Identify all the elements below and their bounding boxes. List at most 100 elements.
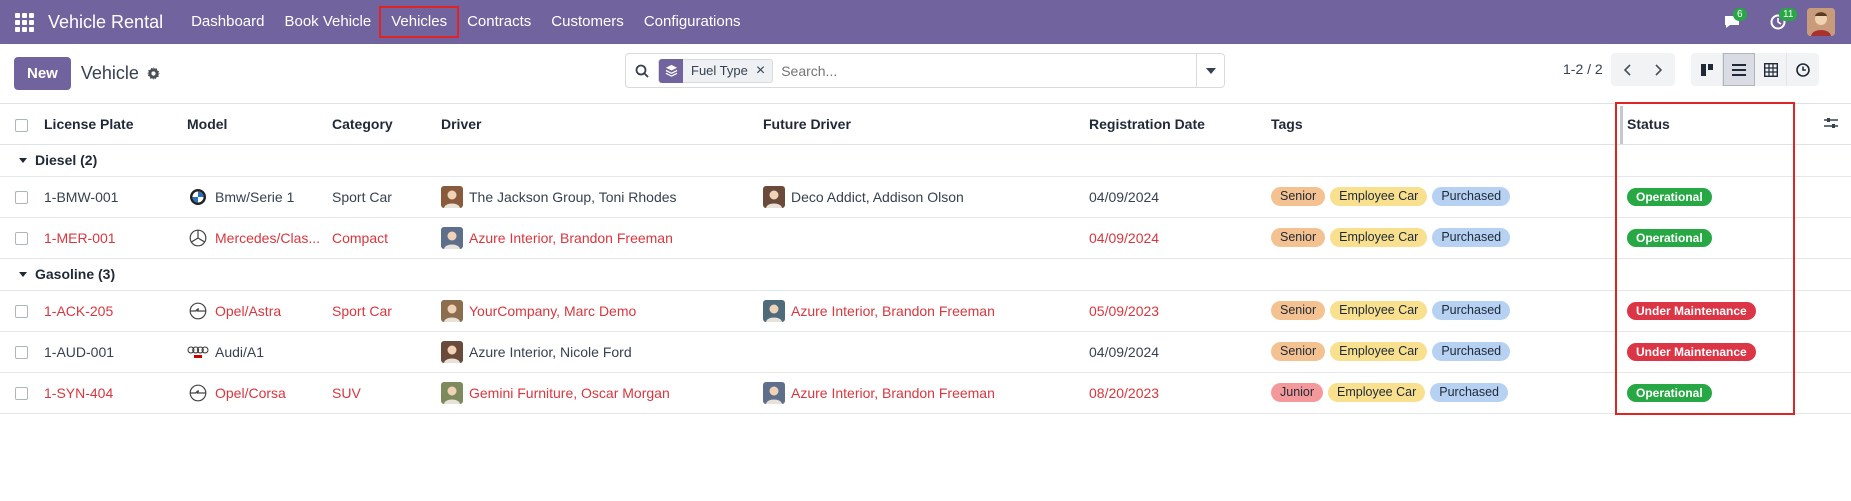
registration-date-cell[interactable]: 04/09/2024 bbox=[1089, 331, 1271, 373]
tags-cell[interactable]: Senior Employee Car Purchased bbox=[1271, 176, 1627, 218]
tag-badge: Senior bbox=[1271, 228, 1326, 247]
pivot-view-button[interactable] bbox=[1755, 53, 1787, 86]
tags-cell[interactable]: Senior Employee Car Purchased bbox=[1271, 331, 1627, 373]
table-row[interactable]: 1-MER-001 Mercedes/Clas... Compact Azure In… bbox=[0, 217, 1851, 259]
status-cell[interactable]: Under Maintenance bbox=[1627, 290, 1851, 332]
driver-name[interactable]: The Jackson Group, Toni Rhodes bbox=[469, 189, 677, 205]
status-badge: Under Maintenance bbox=[1627, 342, 1756, 361]
menu-book-vehicle[interactable]: Book Vehicle bbox=[274, 8, 381, 36]
group-row[interactable]: Gasoline (3) bbox=[0, 258, 1851, 291]
group-row[interactable]: Diesel (2) bbox=[0, 144, 1851, 177]
menu-contracts[interactable]: Contracts bbox=[457, 8, 541, 36]
gear-icon[interactable] bbox=[146, 67, 160, 80]
status-cell[interactable]: Operational bbox=[1627, 176, 1851, 218]
search-facet-fuel-type: Fuel Type × bbox=[658, 58, 774, 83]
registration-date-cell[interactable]: 05/09/2023 bbox=[1089, 290, 1271, 332]
user-avatar[interactable] bbox=[1807, 8, 1835, 36]
model-name[interactable]: Opel/Astra bbox=[215, 303, 281, 319]
license-plate-cell[interactable]: 1-MER-001 bbox=[44, 217, 187, 259]
model-name[interactable]: Opel/Corsa bbox=[215, 385, 286, 401]
future-driver-cell[interactable]: Azure Interior, Brandon Freeman bbox=[763, 290, 1089, 332]
menu-dashboard[interactable]: Dashboard bbox=[181, 8, 274, 36]
future-driver-cell[interactable] bbox=[763, 217, 1089, 259]
category-cell[interactable] bbox=[332, 331, 441, 373]
future-driver-cell[interactable] bbox=[763, 331, 1089, 373]
menu-customers[interactable]: Customers bbox=[541, 8, 634, 36]
column-header-model[interactable]: Model bbox=[187, 104, 332, 145]
model-name[interactable]: Bmw/Serie 1 bbox=[215, 189, 294, 205]
messaging-button[interactable]: 6 bbox=[1709, 0, 1755, 44]
category-cell[interactable]: Sport Car bbox=[332, 176, 441, 218]
tag-badge: Employee Car bbox=[1330, 342, 1428, 361]
future-driver-cell[interactable]: Deco Addict, Addison Olson bbox=[763, 176, 1089, 218]
app-brand[interactable]: Vehicle Rental bbox=[48, 12, 163, 33]
pager-value[interactable]: 1-2 / 2 bbox=[1563, 61, 1603, 77]
column-header-status[interactable]: Status bbox=[1627, 104, 1851, 145]
model-name[interactable]: Audi/A1 bbox=[215, 344, 264, 360]
driver-name[interactable]: Azure Interior, Brandon Freeman bbox=[469, 230, 673, 246]
status-cell[interactable]: Operational bbox=[1627, 217, 1851, 259]
activity-button[interactable]: 11 bbox=[1755, 0, 1801, 44]
column-header-license-plate[interactable]: License Plate bbox=[44, 104, 187, 145]
kanban-view-button[interactable] bbox=[1691, 53, 1723, 86]
column-header-tags[interactable]: Tags bbox=[1271, 104, 1627, 145]
registration-date-cell[interactable]: 04/09/2024 bbox=[1089, 217, 1271, 259]
vehicle-list-table: License Plate Model Category Driver Futu… bbox=[0, 104, 1851, 414]
search-options-toggle[interactable] bbox=[1196, 54, 1224, 87]
license-plate-cell[interactable]: 1-SYN-404 bbox=[44, 372, 187, 414]
license-plate-cell[interactable]: 1-BMW-001 bbox=[44, 176, 187, 218]
column-header-future-driver[interactable]: Future Driver bbox=[763, 104, 1089, 145]
status-cell[interactable]: Under Maintenance bbox=[1627, 331, 1851, 373]
avatar bbox=[441, 299, 463, 322]
license-plate-cell[interactable]: 1-ACK-205 bbox=[44, 290, 187, 332]
apps-menu-icon[interactable] bbox=[0, 0, 48, 44]
column-header-category[interactable]: Category bbox=[332, 104, 441, 145]
menu-vehicles[interactable]: Vehicles bbox=[379, 6, 460, 38]
future-driver-name[interactable]: Azure Interior, Brandon Freeman bbox=[791, 385, 995, 401]
registration-date-cell[interactable]: 08/20/2023 bbox=[1089, 372, 1271, 414]
activity-view-button[interactable] bbox=[1787, 53, 1819, 86]
future-driver-name[interactable]: Azure Interior, Brandon Freeman bbox=[791, 303, 995, 319]
row-checkbox[interactable] bbox=[15, 305, 28, 319]
driver-name[interactable]: Azure Interior, Nicole Ford bbox=[469, 344, 632, 360]
optional-columns-toggle[interactable] bbox=[1824, 116, 1838, 132]
search-input[interactable] bbox=[781, 55, 1182, 86]
table-row[interactable]: 1-SYN-404 Opel/Corsa SUV Gemini Furniture, … bbox=[0, 372, 1851, 414]
category-cell[interactable]: Compact bbox=[332, 217, 441, 259]
facet-remove-icon[interactable]: × bbox=[756, 62, 772, 79]
tags-cell[interactable]: Senior Employee Car Purchased bbox=[1271, 217, 1627, 259]
model-name[interactable]: Mercedes/Clas... bbox=[215, 230, 320, 246]
pager-next-button[interactable] bbox=[1643, 53, 1675, 86]
table-row[interactable]: 1-BMW-001 Bmw/Serie 1 Sport Car The Jackson… bbox=[0, 176, 1851, 218]
license-plate-cell[interactable]: 1-AUD-001 bbox=[44, 331, 187, 373]
table-row[interactable]: 1-ACK-205 Opel/Astra Sport Car YourCompany,… bbox=[0, 290, 1851, 332]
tags-cell[interactable]: Senior Employee Car Purchased bbox=[1271, 290, 1627, 332]
row-checkbox[interactable] bbox=[15, 191, 28, 205]
row-checkbox[interactable] bbox=[15, 346, 28, 360]
status-badge: Under Maintenance bbox=[1627, 301, 1756, 320]
tag-badge: Purchased bbox=[1432, 187, 1511, 206]
driver-name[interactable]: Gemini Furniture, Oscar Morgan bbox=[469, 385, 670, 401]
registration-date-cell[interactable]: 04/09/2024 bbox=[1089, 176, 1271, 218]
column-resize-handle[interactable] bbox=[1620, 106, 1623, 144]
tags-cell[interactable]: Junior Employee Car Purchased bbox=[1271, 372, 1627, 414]
column-header-driver[interactable]: Driver bbox=[441, 104, 763, 145]
future-driver-name[interactable]: Deco Addict, Addison Olson bbox=[791, 189, 964, 205]
category-cell[interactable]: SUV bbox=[332, 372, 441, 414]
row-checkbox[interactable] bbox=[15, 387, 28, 401]
list-view-button[interactable] bbox=[1723, 53, 1755, 86]
column-header-registration-date[interactable]: Registration Date bbox=[1089, 104, 1271, 145]
caret-down-icon bbox=[1205, 67, 1216, 74]
future-driver-cell[interactable]: Azure Interior, Brandon Freeman bbox=[763, 372, 1089, 414]
status-cell[interactable]: Operational bbox=[1627, 372, 1851, 414]
clock-icon bbox=[1796, 62, 1810, 77]
menu-configurations[interactable]: Configurations bbox=[634, 8, 751, 36]
category-cell[interactable]: Sport Car bbox=[332, 290, 441, 332]
driver-name[interactable]: YourCompany, Marc Demo bbox=[469, 303, 636, 319]
pager-previous-button[interactable] bbox=[1611, 53, 1643, 86]
row-checkbox[interactable] bbox=[15, 232, 28, 246]
kanban-icon bbox=[1700, 63, 1713, 76]
table-row[interactable]: 1-AUD-001 Audi/A1 Azure Interior, Nicole F… bbox=[0, 331, 1851, 373]
new-button[interactable]: New bbox=[14, 57, 71, 90]
select-all-checkbox[interactable] bbox=[15, 118, 28, 132]
